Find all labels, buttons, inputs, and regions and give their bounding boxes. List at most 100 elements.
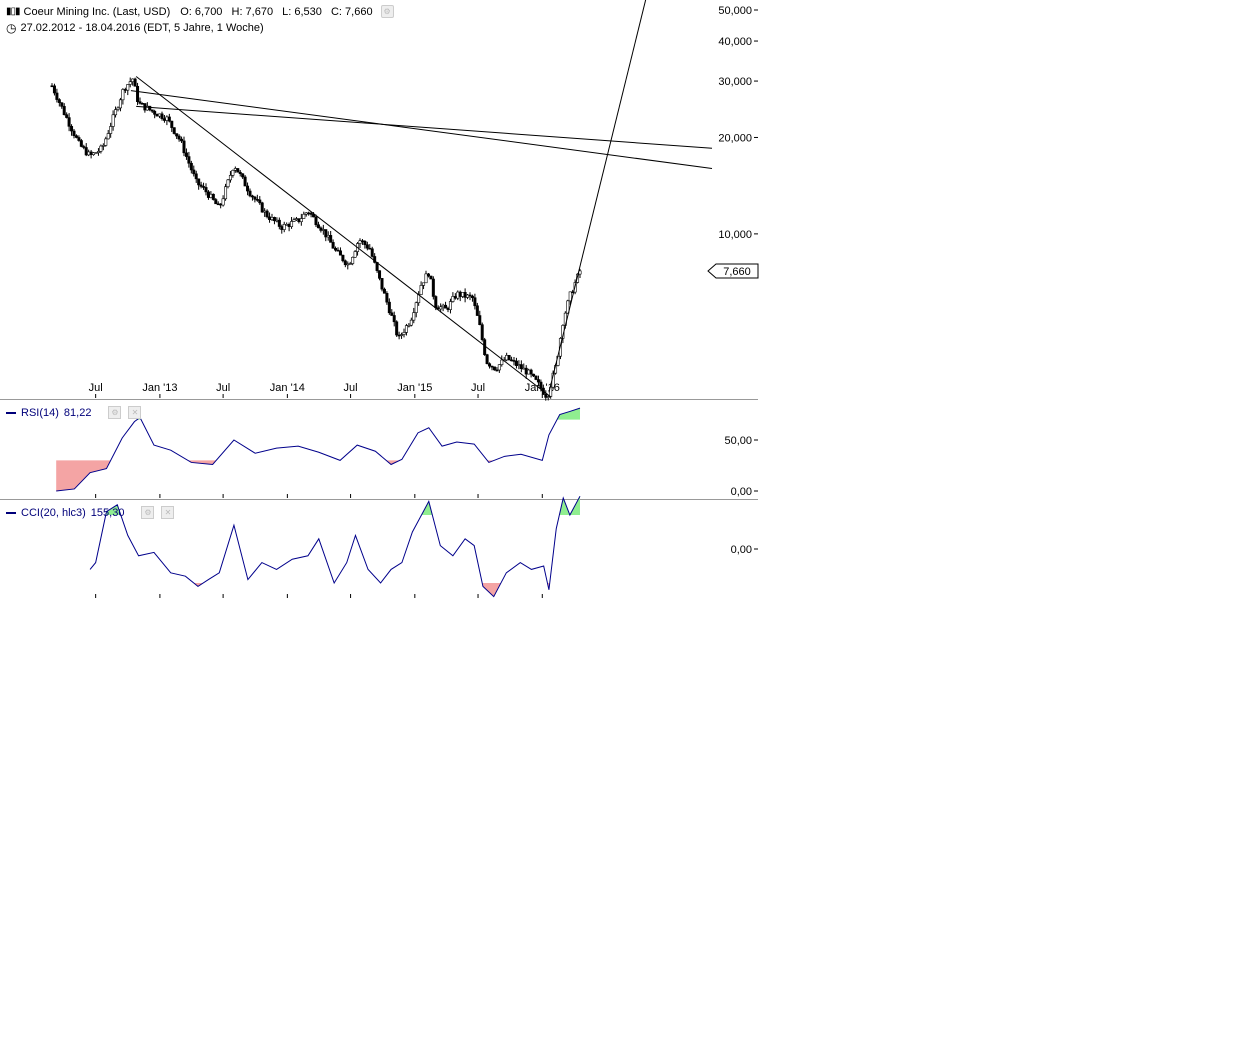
candle-body — [397, 334, 401, 337]
close-value: C: 7,660 — [330, 5, 373, 18]
trendline — [135, 76, 551, 398]
candle-body — [331, 242, 335, 249]
candle-body — [104, 138, 108, 146]
low-value: L: 6,530 — [282, 5, 322, 18]
candlestick-icon: ▮▯▮ — [6, 6, 20, 17]
candle-body — [451, 296, 455, 302]
rsi-y-tick-label: 0,00 — [731, 486, 752, 498]
candle-body — [510, 359, 514, 362]
candle-body — [319, 227, 323, 231]
candle-body — [197, 178, 201, 186]
y-tick-label: 40,000 — [718, 36, 752, 48]
candle-body — [138, 101, 142, 104]
candle-body — [334, 247, 338, 251]
candle-body — [463, 292, 467, 298]
close-icon[interactable]: ✕ — [161, 506, 175, 519]
candle-body — [290, 221, 294, 227]
x-tick-label: Jan '14 — [270, 382, 305, 394]
cci-name: CCI(20, hlc3) — [21, 506, 86, 519]
candle-body — [202, 186, 206, 188]
candle-body — [280, 226, 284, 230]
candle-body — [263, 210, 267, 213]
candle-body — [404, 325, 408, 333]
gear-icon[interactable]: ⚙ — [141, 506, 155, 519]
candle-body — [255, 199, 259, 201]
candle-body — [360, 240, 364, 243]
candle-body — [260, 202, 264, 213]
candle-body — [150, 109, 154, 112]
candle-body — [165, 116, 169, 121]
candle-body — [297, 218, 301, 223]
candle-body — [221, 198, 225, 206]
candle-body — [126, 84, 130, 91]
candle-body — [194, 173, 198, 180]
gear-icon[interactable]: ⚙ — [108, 406, 122, 419]
candle-body — [419, 285, 423, 295]
candle-body — [488, 363, 492, 367]
trendline — [548, 0, 647, 393]
candle-body — [60, 102, 64, 107]
candle-body — [336, 249, 340, 252]
candle-body — [490, 365, 494, 368]
candle-body — [216, 203, 220, 206]
rsi-panel: 0,00 50,00 — [0, 407, 758, 500]
candle-body — [338, 250, 342, 256]
candle-body — [407, 324, 411, 327]
candle-body — [309, 212, 313, 215]
candle-body — [253, 196, 257, 200]
x-tick-label: Jul — [89, 382, 103, 394]
candle-body — [402, 332, 406, 335]
candle-body — [351, 256, 355, 264]
candle-body — [470, 295, 474, 299]
clock-icon: ◷ — [6, 21, 17, 35]
rsi-name: RSI(14) — [21, 406, 59, 419]
candle-body — [387, 301, 391, 314]
candle-body — [292, 219, 296, 222]
candle-body — [426, 273, 430, 277]
candle-body — [277, 219, 281, 227]
cci-legend-swatch — [6, 511, 16, 514]
candle-body — [343, 260, 347, 266]
candle-body — [155, 114, 159, 117]
candle-body — [160, 113, 164, 119]
close-icon[interactable]: ✕ — [128, 406, 142, 419]
candle-body — [224, 186, 228, 200]
candle-body — [517, 364, 521, 366]
candle-body — [346, 263, 350, 266]
candle-body — [184, 152, 188, 157]
price-panel: 10,000 20,000 30,000 40,000 50,000 Jul Jan '13… — [0, 0, 759, 401]
candle-body — [233, 168, 237, 171]
candle-body — [546, 396, 550, 398]
y-tick-label: 50,000 — [718, 5, 752, 17]
candle-body — [363, 240, 367, 246]
rsi-y-tick-label: 50,00 — [724, 435, 752, 447]
y-tick-label: 10,000 — [718, 229, 752, 241]
candle-body — [458, 291, 462, 297]
candle-body — [348, 263, 352, 265]
candle-body — [136, 85, 140, 102]
candle-body — [82, 146, 86, 148]
cci-y-tick-label: 0,00 — [731, 544, 752, 556]
open-value: O: 6,700 — [180, 5, 223, 18]
candle-body — [507, 355, 511, 361]
candle-body — [412, 312, 416, 321]
candle-body — [87, 151, 91, 156]
x-tick-label: Jul — [471, 382, 485, 394]
candle-body — [77, 137, 81, 141]
candle-body — [167, 116, 171, 122]
candle-body — [250, 195, 254, 198]
candle-body — [199, 184, 203, 187]
last-price-label: 7,660 — [723, 266, 751, 278]
candle-body — [529, 369, 533, 375]
candle-body — [89, 151, 93, 155]
candle-body — [326, 235, 330, 238]
candle-body — [128, 81, 132, 85]
candle-body — [492, 366, 496, 371]
candle-body — [365, 244, 369, 249]
chart-title: Coeur Mining Inc. (Last, USD) — [23, 5, 171, 18]
candle-body — [414, 302, 418, 313]
x-tick-label: Jul — [344, 382, 358, 394]
gear-icon[interactable]: ⚙ — [380, 5, 394, 18]
candle-body — [473, 297, 477, 307]
candle-body — [527, 369, 531, 375]
